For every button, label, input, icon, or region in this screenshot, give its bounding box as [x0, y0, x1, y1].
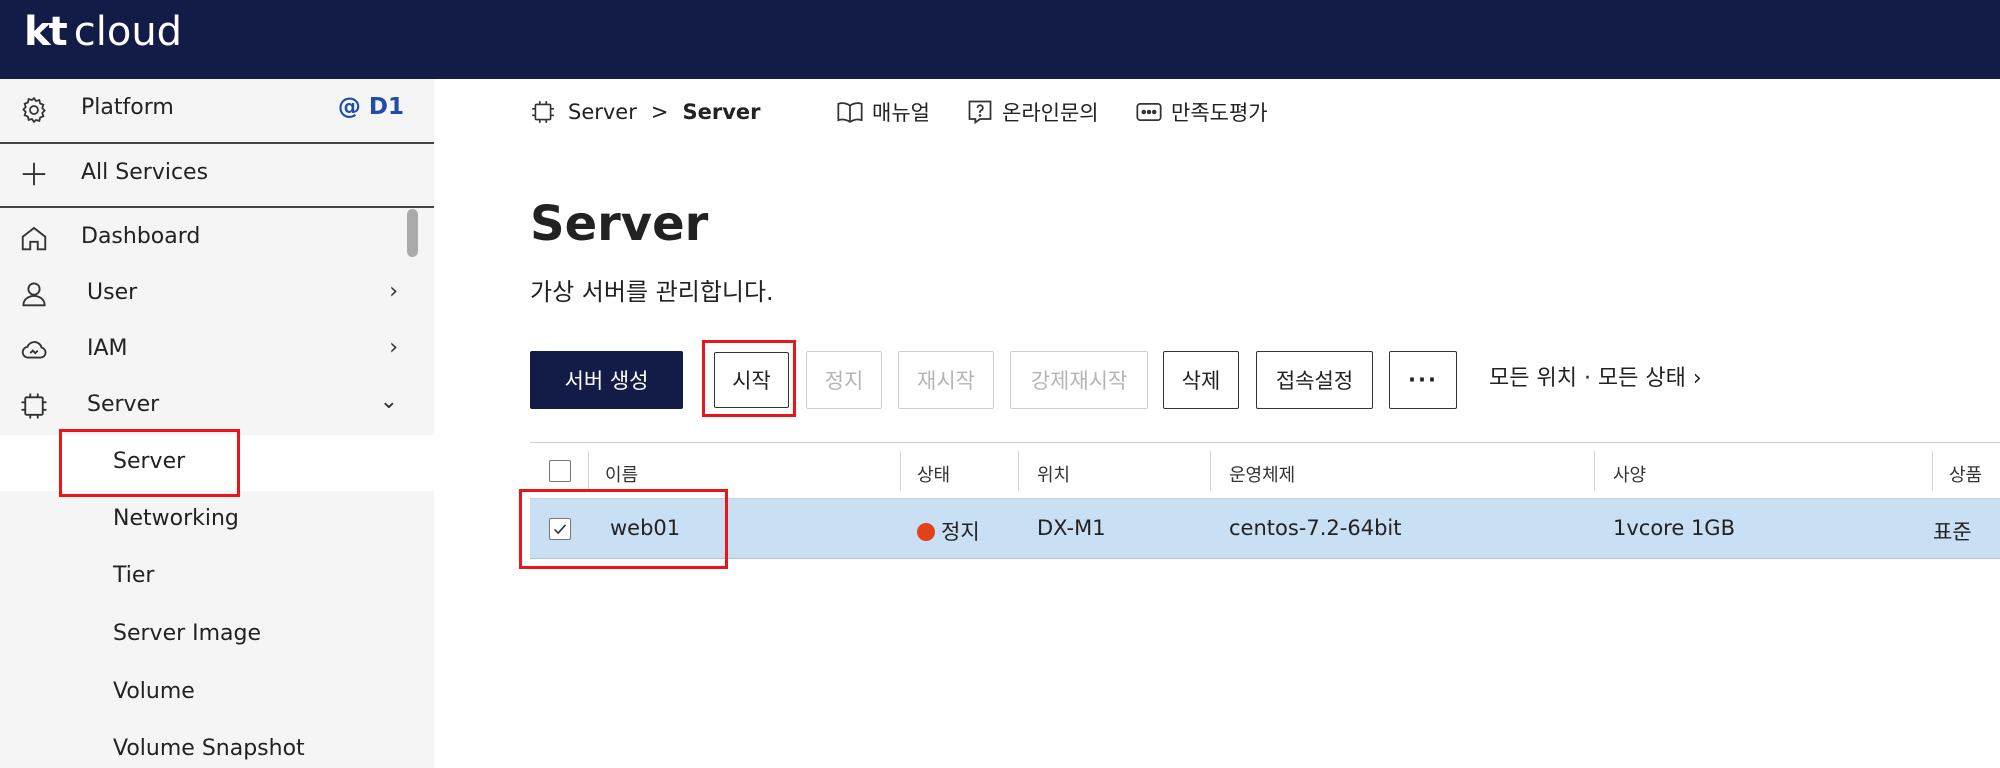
breadcrumb: Server > Server — [530, 96, 761, 128]
sidebar-item-label: Dashboard — [81, 224, 201, 249]
more-actions-button[interactable]: ··· — [1389, 351, 1457, 409]
stop-button[interactable]: 정지 — [806, 351, 882, 409]
sidebar-item-server[interactable]: Server ⌄ — [0, 377, 434, 433]
row-checkbox[interactable] — [549, 518, 571, 540]
sidebar-item-user[interactable]: User › — [0, 265, 434, 321]
plus-icon — [18, 158, 50, 190]
chevron-right-icon: › — [389, 279, 398, 304]
question-icon — [968, 100, 992, 125]
sidebar-item-label: IAM — [87, 336, 128, 361]
sidebar-item-label: Server — [87, 392, 160, 417]
restart-button[interactable]: 재시작 — [898, 351, 994, 409]
column-header-spec[interactable]: 사양 — [1613, 461, 1646, 487]
sidebar-subitem-label: Volume — [113, 679, 195, 704]
platform-selector[interactable]: Platform @ D1 — [0, 79, 434, 141]
status-dot-icon — [917, 523, 935, 541]
top-header: kt cloud — [0, 0, 2000, 79]
sidebar-subitem-label: Server Image — [113, 621, 262, 646]
sidebar: Platform @ D1 All Services Dashboard Use… — [0, 79, 434, 768]
sidebar-item-dashboard[interactable]: Dashboard — [0, 209, 434, 265]
column-header-product[interactable]: 상품 — [1949, 461, 1982, 487]
create-server-button[interactable]: 서버 생성 — [530, 351, 683, 409]
column-divider — [1210, 451, 1211, 491]
breadcrumb-separator: > — [650, 100, 669, 124]
sidebar-subitem-volume-snapshot[interactable]: Volume Snapshot — [0, 722, 434, 768]
home-icon — [18, 222, 50, 254]
kt-cloud-logo[interactable]: kt cloud — [24, 6, 182, 58]
server-status-cell: 정지 — [917, 516, 980, 546]
sidebar-subitem-label: Server — [113, 449, 186, 474]
all-services-label: All Services — [81, 160, 209, 185]
sidebar-subitem-label: Volume Snapshot — [113, 736, 305, 761]
sidebar-subitem-volume[interactable]: Volume — [0, 665, 434, 721]
user-icon — [18, 278, 50, 310]
logo-cloud: cloud — [73, 9, 183, 55]
column-header-name[interactable]: 이름 — [605, 461, 638, 487]
breadcrumb-parent[interactable]: Server — [568, 100, 637, 124]
table-row[interactable]: web01 정지 DX-M1 centos-7.2-64bit 1vcore 1… — [530, 499, 2000, 559]
survey-link[interactable]: 만족도평가 — [1135, 96, 1268, 128]
breadcrumb-current: Server — [682, 100, 761, 124]
start-button[interactable]: 시작 — [714, 352, 789, 408]
book-icon — [837, 102, 863, 123]
survey-label: 만족도평가 — [1171, 101, 1268, 125]
platform-badge: @ D1 — [337, 94, 404, 120]
column-divider — [900, 451, 901, 491]
platform-label: Platform — [81, 95, 174, 120]
column-divider — [1594, 451, 1595, 491]
force-restart-button[interactable]: 강제재시작 — [1010, 351, 1148, 409]
column-header-location[interactable]: 위치 — [1037, 461, 1070, 487]
sidebar-subitem-tier[interactable]: Tier — [0, 549, 434, 605]
select-all-checkbox[interactable] — [549, 460, 571, 482]
manual-label: 매뉴얼 — [872, 101, 930, 125]
inquiry-link[interactable]: 온라인문의 — [966, 96, 1099, 128]
server-name-cell[interactable]: web01 — [610, 516, 680, 540]
chip-icon — [532, 101, 554, 123]
server-location-cell: DX-M1 — [1037, 516, 1106, 540]
sidebar-item-iam[interactable]: IAM › — [0, 321, 434, 377]
chevron-down-icon: ⌄ — [379, 389, 398, 414]
sidebar-item-label: User — [87, 280, 138, 305]
page-title: Server — [530, 196, 709, 252]
inquiry-label: 온라인문의 — [1002, 101, 1099, 125]
column-divider — [1018, 451, 1019, 491]
column-header-status[interactable]: 상태 — [917, 461, 950, 487]
sidebar-subitem-label: Networking — [113, 506, 239, 531]
more-dots-icon — [1136, 102, 1162, 122]
checkmark-icon — [554, 524, 567, 535]
column-divider — [588, 451, 589, 491]
connection-settings-button[interactable]: 접속설정 — [1256, 351, 1373, 409]
column-header-os[interactable]: 운영체제 — [1229, 461, 1295, 487]
column-divider — [1932, 451, 1933, 491]
sidebar-subitem-server[interactable]: Server — [0, 435, 434, 491]
sidebar-subitem-label: Tier — [113, 563, 155, 588]
gear-icon — [18, 94, 50, 126]
logo-kt: kt — [24, 9, 68, 55]
server-os-cell: centos-7.2-64bit — [1229, 516, 1402, 540]
server-product-cell: 표준 — [1933, 520, 1972, 544]
table-header: 이름 상태 위치 운영체제 사양 상품 — [530, 442, 2000, 499]
page-subtitle: 가상 서버를 관리합니다. — [530, 278, 774, 306]
sidebar-subitem-server-image[interactable]: Server Image — [0, 607, 434, 663]
sidebar-divider — [0, 206, 434, 208]
chevron-right-icon: › — [389, 335, 398, 360]
chip-icon — [18, 390, 50, 422]
cloud-iam-icon — [18, 334, 50, 366]
delete-button[interactable]: 삭제 — [1163, 351, 1239, 409]
status-text: 정지 — [941, 520, 980, 544]
server-spec-cell: 1vcore 1GB — [1613, 516, 1735, 540]
all-services-button[interactable]: All Services — [0, 144, 434, 204]
manual-link[interactable]: 매뉴얼 — [836, 96, 930, 128]
location-status-filter[interactable]: 모든 위치 · 모든 상태 › — [1489, 360, 1702, 392]
sidebar-subitem-networking[interactable]: Networking — [0, 492, 434, 548]
